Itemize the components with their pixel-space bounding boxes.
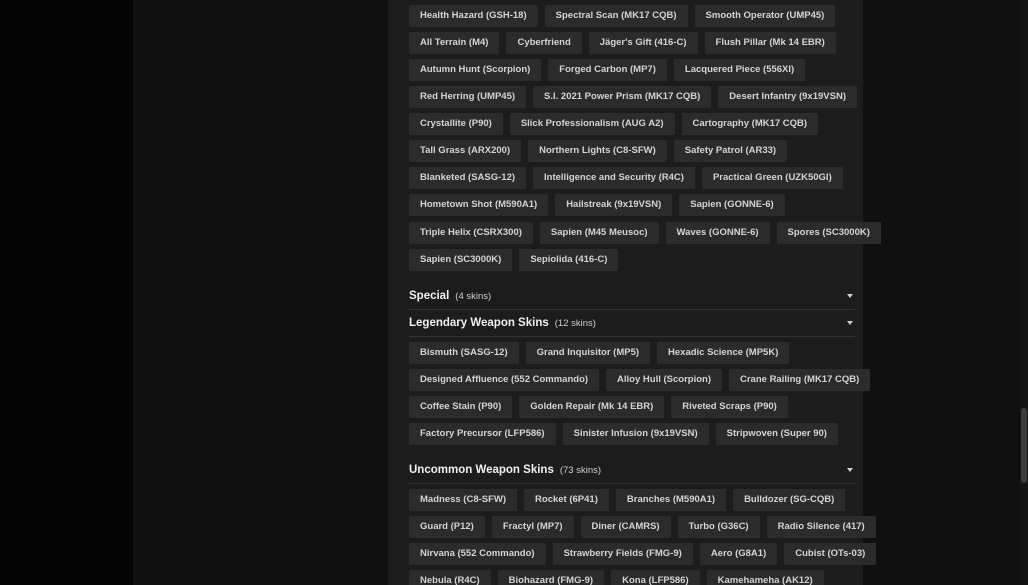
skin-chip[interactable]: Jäger's Gift (416-C) xyxy=(588,32,698,54)
skin-chip[interactable]: Bulldozer (SG-CQB) xyxy=(733,489,846,511)
skin-chip[interactable]: Blanketed (SASG-12) xyxy=(409,167,527,189)
skin-chip[interactable]: Sapien (SC3000K) xyxy=(409,249,513,271)
skin-chip[interactable]: Safety Patrol (AR33) xyxy=(673,140,788,162)
skin-chip[interactable]: Intelligence and Security (R4C) xyxy=(533,167,695,189)
chip-row: Hometown Shot (M590A1) Hailstreak (9x19V… xyxy=(409,194,785,216)
skin-chip[interactable]: Health Hazard (GSH-18) xyxy=(409,5,538,27)
left-backdrop xyxy=(0,0,133,585)
caret-down-icon xyxy=(847,294,853,298)
skin-chip[interactable]: Kona (LFP586) xyxy=(611,570,700,585)
skin-chip[interactable]: Northern Lights (C8-SFW) xyxy=(528,140,667,162)
skin-chip[interactable]: Cartography (MK17 CQB) xyxy=(681,113,819,135)
skin-chip[interactable]: Crane Railing (MK17 CQB) xyxy=(729,369,871,391)
skin-chip[interactable]: Cubist (OTs-03) xyxy=(784,543,877,565)
chip-row: Sapien (SC3000K) Sepiolida (416-C) xyxy=(409,249,619,271)
skin-chip[interactable]: Forged Carbon (MP7) xyxy=(548,59,667,81)
chip-row: Blanketed (SASG-12) Intelligence and Sec… xyxy=(409,167,843,189)
section-title: Uncommon Weapon Skins xyxy=(409,464,554,476)
chip-row: Triple Helix (CSRX300) Sapien (M45 Meuso… xyxy=(409,222,881,244)
skin-chip[interactable]: Cyberfriend xyxy=(506,32,582,54)
chip-row: Designed Affluence (552 Commando) Alloy … xyxy=(409,369,871,391)
skin-chip[interactable]: Diner (CAMRS) xyxy=(580,516,671,538)
skin-chip[interactable]: Flush Pillar (Mk 14 EBR) xyxy=(704,32,836,54)
section-header-legendary[interactable]: Legendary Weapon Skins (12 skins) xyxy=(409,310,855,337)
chip-row: All Terrain (M4) Cyberfriend Jäger's Gif… xyxy=(409,32,836,54)
skin-chip[interactable]: Lacquered Piece (556XI) xyxy=(673,59,806,81)
skin-chip[interactable]: Red Herring (UMP45) xyxy=(409,86,527,108)
skin-chip[interactable]: All Terrain (M4) xyxy=(409,32,500,54)
skin-chip[interactable]: Sinister Infusion (9x19VSN) xyxy=(562,423,709,445)
chip-row: Factory Precursor (LFP586) Sinister Infu… xyxy=(409,423,838,445)
chip-row: Autumn Hunt (Scorpion) Forged Carbon (MP… xyxy=(409,59,806,81)
skin-chip[interactable]: Riveted Scraps (P90) xyxy=(671,396,788,418)
chip-row: Tall Grass (ARX200) Northern Lights (C8-… xyxy=(409,140,788,162)
chip-row: Crystallite (P90) Slick Professionalism … xyxy=(409,113,819,135)
skin-chip[interactable]: Practical Green (UZK50GI) xyxy=(701,167,843,189)
section-title: Special xyxy=(409,290,450,302)
skin-chip[interactable]: Branches (M590A1) xyxy=(615,489,727,511)
left-gutter xyxy=(133,0,388,585)
section-count: (73 skins) xyxy=(559,464,602,476)
skin-chip[interactable]: Desert Infantry (9x19VSN) xyxy=(718,86,857,108)
skin-chip[interactable]: Hexadic Science (MP5K) xyxy=(657,342,790,364)
chip-row: Nirvana (552 Commando) Strawberry Fields… xyxy=(409,543,877,565)
section-count: (12 skins) xyxy=(554,317,596,329)
section-title: Legendary Weapon Skins xyxy=(409,317,549,329)
skin-chip[interactable]: Hometown Shot (M590A1) xyxy=(409,194,549,216)
skin-chip[interactable]: Turbo (G36C) xyxy=(677,516,760,538)
section-header-uncommon[interactable]: Uncommon Weapon Skins (73 skins) xyxy=(409,457,855,484)
section-count: (4 skins) xyxy=(455,290,492,302)
skin-chip[interactable]: Triple Helix (CSRX300) xyxy=(409,222,533,244)
skin-chip[interactable]: Kamehameha (AK12) xyxy=(706,570,824,585)
skin-chip[interactable]: Sapien (GONNE-6) xyxy=(679,194,785,216)
skin-chip[interactable]: Aero (G8A1) xyxy=(699,543,778,565)
skin-chip[interactable]: Nirvana (552 Commando) xyxy=(409,543,546,565)
chip-row: Bismuth (SASG-12) Grand Inquisitor (MP5)… xyxy=(409,342,790,364)
skin-chip[interactable]: Waves (GONNE-6) xyxy=(665,222,770,244)
skin-chip[interactable]: Sapien (M45 Meusoc) xyxy=(539,222,659,244)
skin-chip[interactable]: Radio Silence (417) xyxy=(766,516,876,538)
right-gutter xyxy=(863,0,1020,585)
skin-chip[interactable]: Spectral Scan (MK17 CQB) xyxy=(544,5,688,27)
chip-row: Coffee Stain (P90) Golden Repair (Mk 14 … xyxy=(409,396,788,418)
skin-chip[interactable]: Nebula (R4C) xyxy=(409,570,491,585)
skin-chip[interactable]: Grand Inquisitor (MP5) xyxy=(525,342,651,364)
chip-row: Red Herring (UMP45) S.I. 2021 Power Pris… xyxy=(409,86,857,108)
skin-chip[interactable]: Autumn Hunt (Scorpion) xyxy=(409,59,542,81)
skin-chip[interactable]: Coffee Stain (P90) xyxy=(409,396,513,418)
skin-chip[interactable]: Strawberry Fields (FMG-9) xyxy=(552,543,693,565)
scrollbar-thumb[interactable] xyxy=(1021,408,1027,483)
skin-chip[interactable]: Stripwoven (Super 90) xyxy=(715,423,838,445)
skin-chip[interactable]: Tall Grass (ARX200) xyxy=(409,140,522,162)
skin-chip[interactable]: Golden Repair (Mk 14 EBR) xyxy=(519,396,665,418)
scrollbar[interactable] xyxy=(1020,0,1028,585)
skin-chip[interactable]: Sepiolida (416-C) xyxy=(519,249,619,271)
skin-chip[interactable]: Factory Precursor (LFP586) xyxy=(409,423,556,445)
skin-chip[interactable]: Madness (C8-SFW) xyxy=(409,489,518,511)
section-header-special[interactable]: Special (4 skins) xyxy=(409,283,855,310)
skin-chip[interactable]: Hailstreak (9x19VSN) xyxy=(555,194,673,216)
chip-row: Nebula (R4C) Biohazard (FMG-9) Kona (LFP… xyxy=(409,570,824,585)
chip-row: Health Hazard (GSH-18) Spectral Scan (MK… xyxy=(409,5,836,27)
caret-down-icon xyxy=(847,321,853,325)
skin-chip[interactable]: Smooth Operator (UMP45) xyxy=(694,5,836,27)
skin-chip[interactable]: Alloy Hull (Scorpion) xyxy=(606,369,722,391)
caret-down-icon xyxy=(847,468,853,472)
skin-chip[interactable]: Biohazard (FMG-9) xyxy=(497,570,605,585)
skin-chip[interactable]: Fractyl (MP7) xyxy=(491,516,574,538)
chip-row: Guard (P12) Fractyl (MP7) Diner (CAMRS) … xyxy=(409,516,876,538)
skin-chip[interactable]: Crystallite (P90) xyxy=(409,113,503,135)
skin-chip[interactable]: Designed Affluence (552 Commando) xyxy=(409,369,600,391)
skin-chip[interactable]: Slick Professionalism (AUG A2) xyxy=(509,113,675,135)
skin-chip[interactable]: S.I. 2021 Power Prism (MK17 CQB) xyxy=(533,86,712,108)
skin-chip[interactable]: Spores (SC3000K) xyxy=(776,222,881,244)
skin-chip[interactable]: Rocket (6P41) xyxy=(524,489,609,511)
skin-chip[interactable]: Guard (P12) xyxy=(409,516,485,538)
skin-chip[interactable]: Bismuth (SASG-12) xyxy=(409,342,519,364)
chip-row: Madness (C8-SFW) Rocket (6P41) Branches … xyxy=(409,489,846,511)
